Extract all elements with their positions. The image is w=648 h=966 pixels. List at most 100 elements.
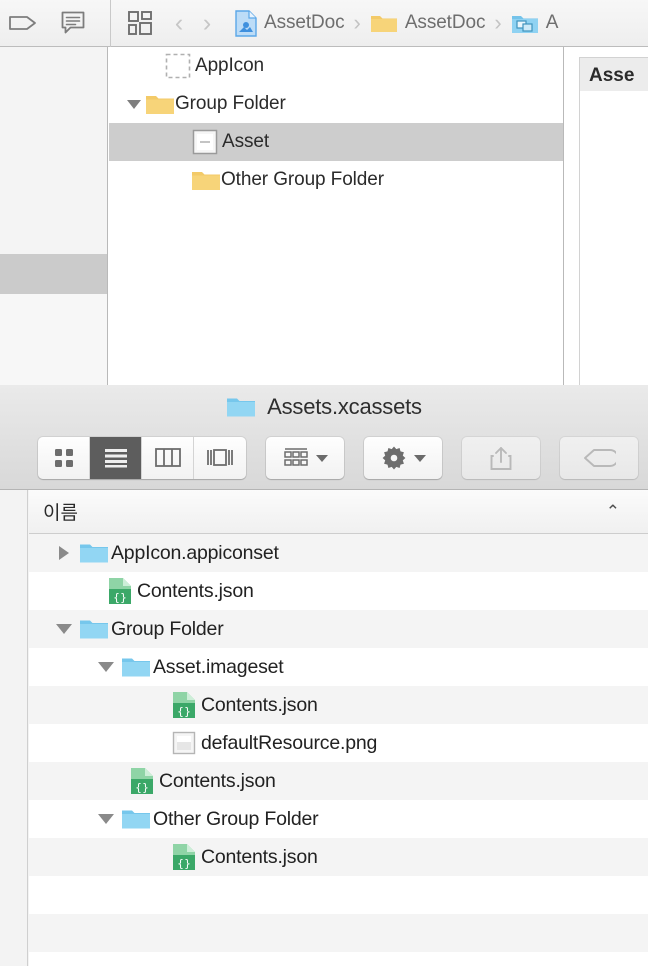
tree-item-label: Other Group Folder [221,169,384,190]
breadcrumb-label: AssetDoc [264,12,345,33]
column-view-button[interactable] [142,437,194,479]
inspector-title: Asse [589,65,635,86]
svg-text:{}: {} [135,781,149,794]
table-row[interactable]: {} Contents.json [29,838,648,876]
tree-item-asset[interactable]: Asset [109,123,563,161]
tree-item-appicon[interactable]: AppIcon [109,47,563,85]
column-header-label: 이름 [43,503,78,524]
empty-row [29,952,648,966]
svg-text:{}: {} [177,705,191,718]
row-label: defaultResource.png [201,731,378,754]
group-grid-icon [283,448,308,466]
list-view-button[interactable] [90,437,142,479]
sidebar-lower-panel [0,294,107,385]
svg-text:{}: {} [177,857,191,870]
appicon-placeholder-icon [165,53,195,79]
document-icon [235,9,257,37]
view-mode-segmented-control[interactable] [38,437,246,479]
row-label: Contents.json [159,769,276,792]
tree-item-group-folder[interactable]: Group Folder [109,85,563,123]
disclosure-triangle-open-icon[interactable] [51,624,77,634]
tree-item-other-group-folder[interactable]: Other Group Folder [109,161,563,199]
json-file-icon: {} [125,767,159,795]
folder-icon [77,617,111,641]
svg-text:{}: {} [113,591,127,604]
table-row[interactable]: {} Contents.json [29,572,648,610]
empty-row [29,914,648,952]
disclosure-triangle-open-icon[interactable] [93,662,119,672]
folder-icon [119,655,153,679]
xcode-navigator-sidebar[interactable] [0,47,108,385]
breadcrumb-item-assets[interactable]: A [511,12,558,35]
folder-icon [370,12,398,34]
folder-icon [77,541,111,565]
row-label: Contents.json [201,845,318,868]
disclosure-triangle-open-icon[interactable] [123,99,145,109]
table-row[interactable]: Group Folder [29,610,648,648]
breadcrumb-item-assetdoc-project[interactable]: AssetDoc [235,9,345,37]
table-row[interactable]: {} Contents.json [29,762,648,800]
sidebar-selection-band [0,254,107,294]
breadcrumb-item-assetdoc-folder[interactable]: AssetDoc [370,12,486,34]
xcode-breadcrumb-bar: ‹ › AssetDoc › AssetDoc › A [111,0,648,46]
finder-sidebar-gutter [0,490,28,966]
table-row[interactable]: AppIcon.appiconset [29,534,648,572]
json-file-icon: {} [167,843,201,871]
finder-file-list[interactable]: 이름 ⌃ AppIcon.appiconset {} Contents.json… [29,490,648,966]
tree-item-label: Group Folder [175,93,286,114]
sort-ascending-icon[interactable]: ⌃ [606,502,634,522]
share-icon [490,447,512,470]
tag-icon[interactable] [8,13,38,33]
inspector-content [579,91,648,385]
gear-icon [382,446,405,470]
folder-icon [119,807,153,831]
table-row[interactable]: Asset.imageset [29,648,648,686]
folder-icon [191,169,221,192]
finder-window-title: Assets.xcassets [0,394,648,420]
row-label: Asset.imageset [153,655,284,678]
json-file-icon: {} [167,691,201,719]
disclosure-triangle-open-icon[interactable] [93,814,119,824]
xcode-body: AppIcon Group Folder Asset Other Group F… [0,47,648,385]
disclosure-triangle-closed-icon[interactable] [51,546,77,560]
table-row[interactable]: Other Group Folder [29,800,648,838]
row-label: AppIcon.appiconset [111,541,279,564]
back-button[interactable]: ‹ [165,8,193,38]
tree-item-label: AppIcon [195,55,265,76]
empty-row [29,876,648,914]
image-placeholder-icon [192,129,222,155]
screen-root: ‹ › AssetDoc › AssetDoc › A AppIcon Grou… [0,0,648,966]
chevron-down-icon [315,454,328,462]
forward-button[interactable]: › [193,8,221,38]
xcode-toolbar: ‹ › AssetDoc › AssetDoc › A [0,0,648,47]
arrange-by-button[interactable] [266,437,344,479]
finder-list-area: 이름 ⌃ AppIcon.appiconset {} Contents.json… [0,490,648,966]
icon-view-button[interactable] [38,437,90,479]
row-label: Contents.json [201,693,318,716]
row-label: Contents.json [137,579,254,602]
action-menu-button[interactable] [364,437,442,479]
folder-icon [226,395,256,419]
finder-titlebar: Assets.xcassets [0,385,648,490]
table-row[interactable]: defaultResource.png [29,724,648,762]
finder-window: Assets.xcassets 이름 ⌃ AppIcon.appiconset … [0,385,648,966]
gallery-view-button[interactable] [194,437,246,479]
xcode-toolbar-left-icons [0,0,110,46]
table-row[interactable]: {} Contents.json [29,686,648,724]
breadcrumb-label: AssetDoc [404,12,486,33]
tree-item-label: Asset [222,131,270,152]
finder-toolbar [0,432,648,484]
column-header-name[interactable]: 이름 ⌃ [29,490,648,534]
breadcrumb-separator: › [494,10,502,35]
chevron-down-icon [413,454,426,462]
xcode-asset-tree[interactable]: AppIcon Group Folder Asset Other Group F… [109,47,564,385]
grid-icon[interactable] [127,10,153,36]
comment-icon[interactable] [60,10,86,36]
json-file-icon: {} [103,577,137,605]
row-label: Other Group Folder [153,807,319,830]
tag-button[interactable] [560,437,638,479]
folder-icon [145,93,175,116]
breadcrumb-separator: › [353,10,361,35]
image-file-icon [167,731,201,755]
share-button[interactable] [462,437,540,479]
